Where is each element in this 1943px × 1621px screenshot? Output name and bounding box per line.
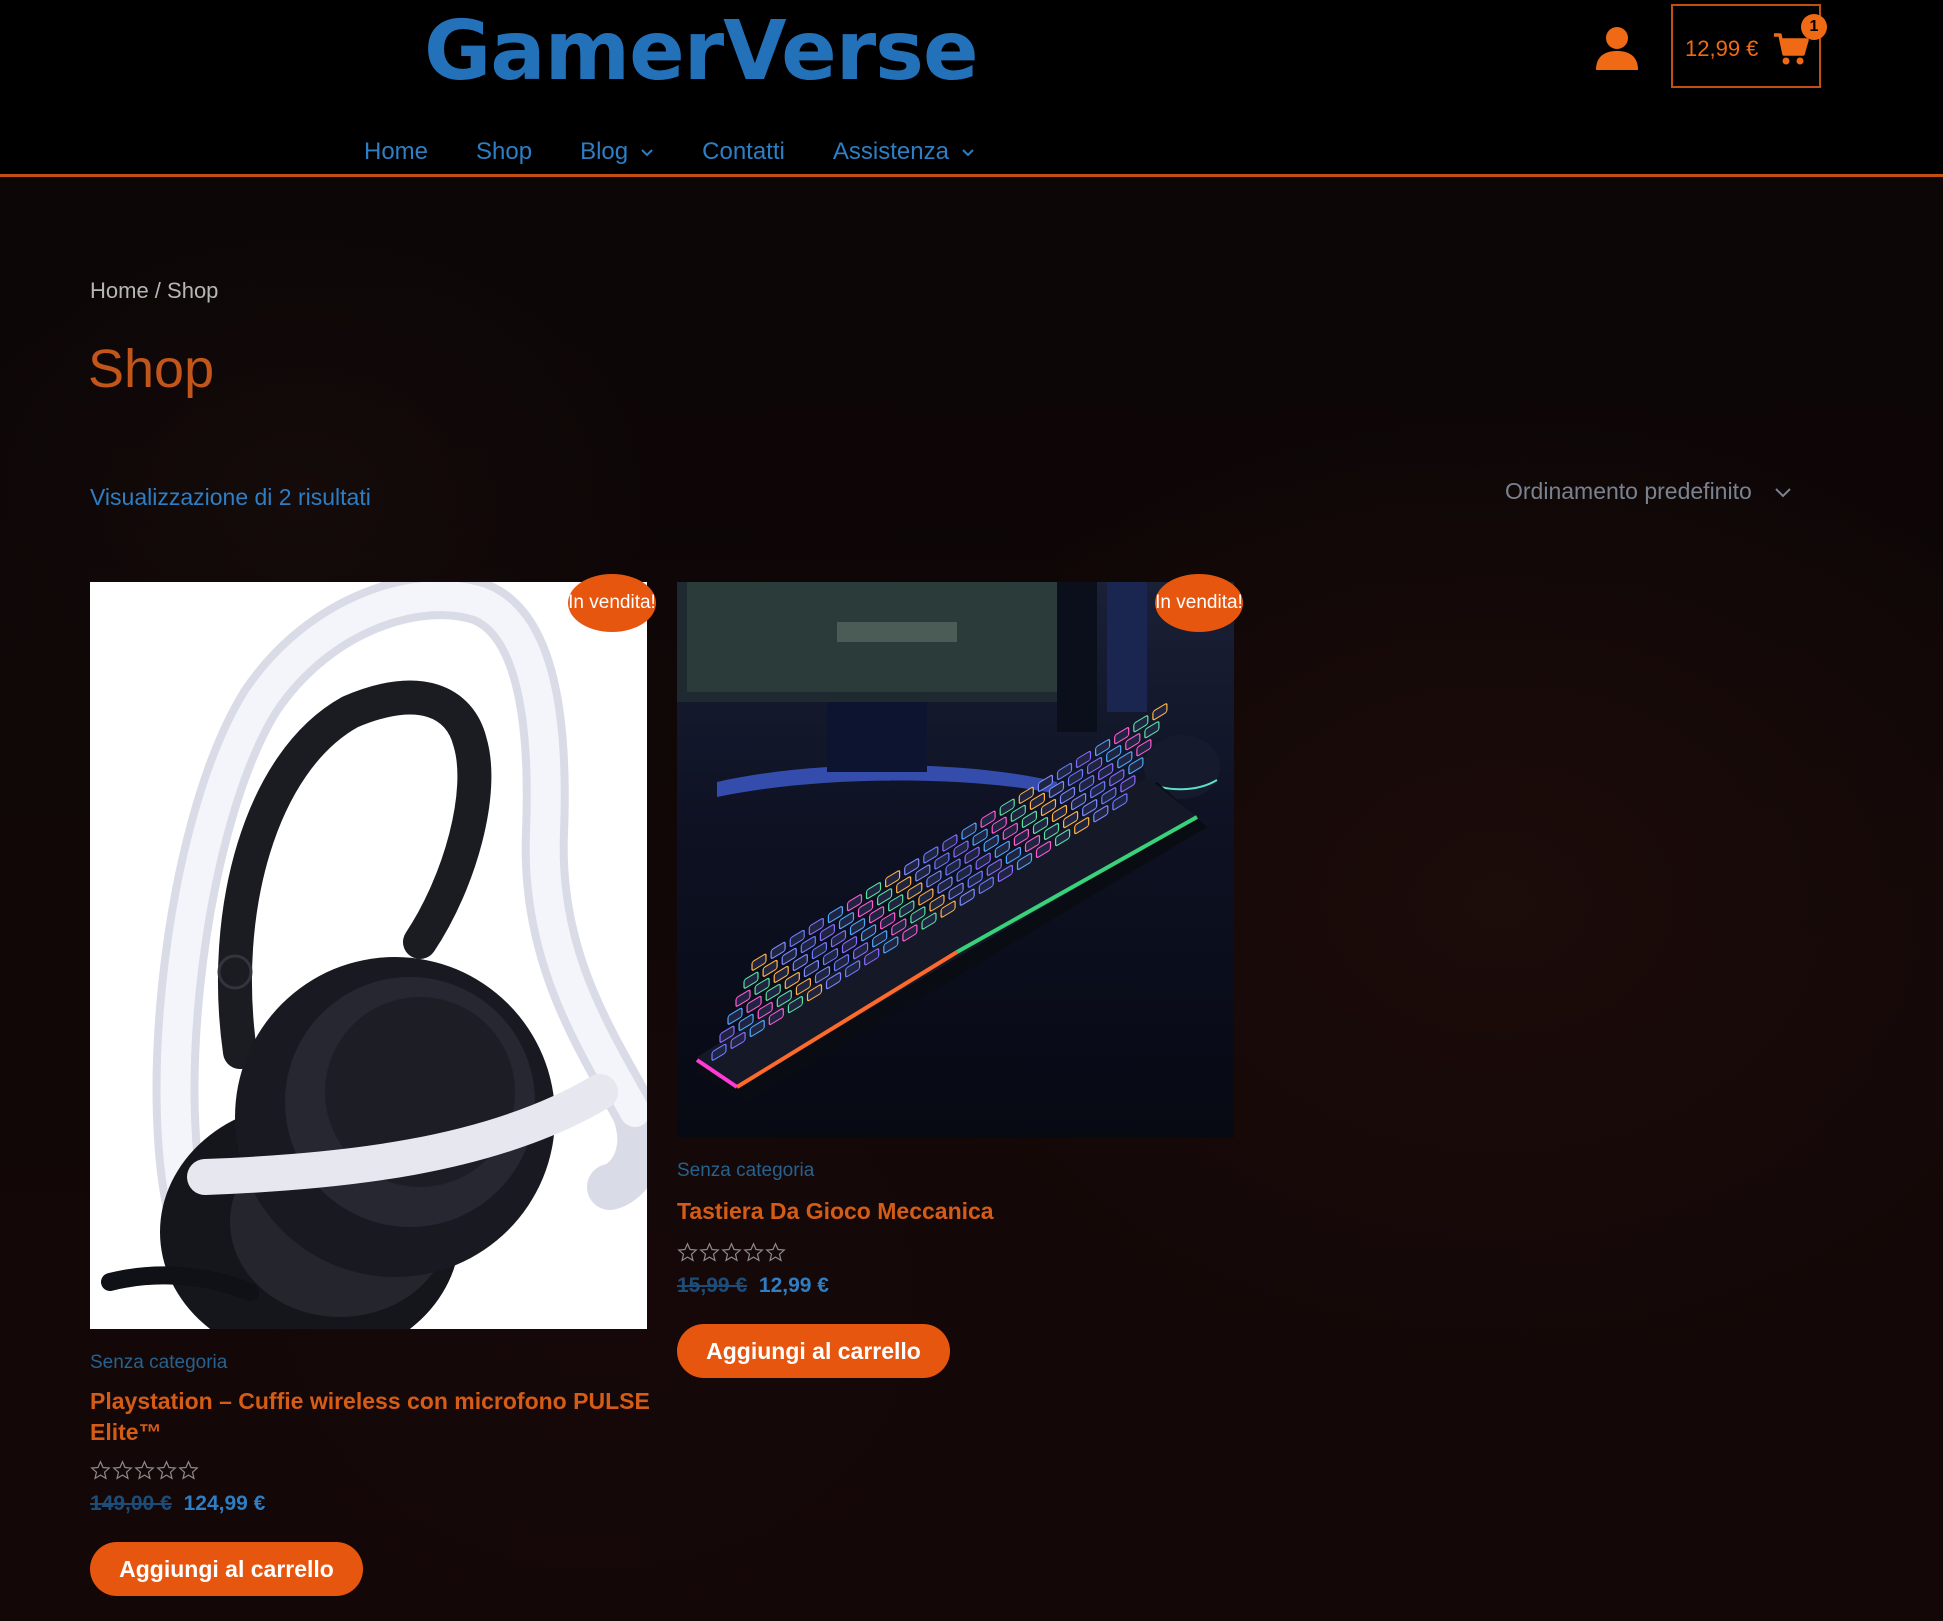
product-image-keyboard[interactable] — [677, 582, 1234, 1138]
star-empty-icon — [743, 1242, 764, 1262]
breadcrumb-home-link[interactable]: Home — [90, 278, 149, 303]
cart-total: 12,99 € — [1685, 36, 1759, 61]
add-to-cart-button[interactable]: Aggiungi al carrello — [90, 1542, 363, 1596]
keyboard-image — [677, 582, 1220, 1102]
product-card: In vendita! Senza categoria Tastiera Da … — [677, 574, 1243, 1382]
breadcrumb-current: Shop — [167, 278, 219, 303]
star-empty-icon — [156, 1460, 177, 1480]
star-rating — [90, 1460, 200, 1484]
star-empty-icon — [90, 1460, 111, 1480]
star-rating — [677, 1242, 787, 1266]
star-empty-icon — [699, 1242, 720, 1262]
user-icon[interactable] — [1593, 24, 1641, 72]
page: GamerVerse Home Shop Blog Contatti Assis… — [0, 0, 1943, 1621]
site-header: GamerVerse Home Shop Blog Contatti Assis… — [0, 0, 1943, 177]
headset-image — [101, 582, 647, 1329]
sale-badge: In vendita! — [1155, 574, 1243, 632]
add-to-cart-button[interactable]: Aggiungi al carrello — [677, 1324, 950, 1378]
product-category[interactable]: Senza categoria — [677, 1160, 814, 1182]
star-empty-icon — [178, 1460, 199, 1480]
product-category[interactable]: Senza categoria — [90, 1352, 227, 1374]
old-price: 15,99 € — [677, 1274, 748, 1297]
nav-item-label: Assistenza — [832, 138, 949, 165]
chevron-down-icon — [641, 149, 653, 157]
product-price: 15,99 € 12,99 € — [677, 1274, 829, 1298]
nav-item-shop[interactable]: Shop — [476, 138, 532, 166]
nav-item-home[interactable]: Home — [364, 138, 428, 166]
nav-item-contatti[interactable]: Contatti — [702, 138, 785, 166]
cart-icon — [1774, 33, 1809, 65]
cart-count-badge: 1 — [1801, 14, 1827, 40]
nav-item-label: Blog — [580, 138, 629, 165]
product-card: In vendita! Senza categoria Playstation … — [90, 574, 656, 1602]
ordering-selected-label: Ordinamento predefinito — [1505, 478, 1752, 504]
old-price: 149,00 € — [90, 1492, 172, 1515]
chevron-down-icon — [1775, 487, 1791, 497]
sale-price: 12,99 € — [758, 1274, 829, 1297]
nav-item-blog[interactable]: Blog — [580, 138, 654, 166]
nav-item-assistenza[interactable]: Assistenza — [833, 138, 975, 166]
star-empty-icon — [134, 1460, 155, 1480]
chevron-down-icon — [962, 149, 974, 157]
site-logo[interactable]: GamerVerse — [424, 2, 979, 102]
product-title[interactable]: Tastiera Da Gioco Meccanica — [677, 1196, 1237, 1227]
nav-item-label: Home — [364, 138, 429, 165]
main-nav: Home Shop Blog Contatti Assistenza — [364, 132, 1023, 172]
sale-price: 124,99 € — [183, 1492, 266, 1515]
nav-item-label: Shop — [476, 138, 533, 165]
star-empty-icon — [677, 1242, 698, 1262]
product-title[interactable]: Playstation – Cuffie wireless con microf… — [90, 1386, 650, 1448]
star-empty-icon — [765, 1242, 786, 1262]
result-count: Visualizzazione di 2 risultati — [90, 484, 371, 510]
ordering-select[interactable]: Ordinamento predefinito — [1505, 478, 1792, 505]
breadcrumb: Home / Shop — [90, 278, 218, 304]
page-title: Shop — [88, 339, 215, 399]
star-empty-icon — [721, 1242, 742, 1262]
product-image-headset[interactable] — [90, 582, 647, 1329]
nav-item-label: Contatti — [702, 138, 785, 165]
cart-button[interactable]: 12,99 € 1 — [1671, 4, 1827, 88]
breadcrumb-separator: / — [148, 278, 168, 303]
star-empty-icon — [112, 1460, 133, 1480]
product-price: 149,00 € 124,99 € — [90, 1492, 265, 1516]
keyboard-key — [1152, 703, 1168, 721]
sale-badge: In vendita! — [568, 574, 656, 632]
